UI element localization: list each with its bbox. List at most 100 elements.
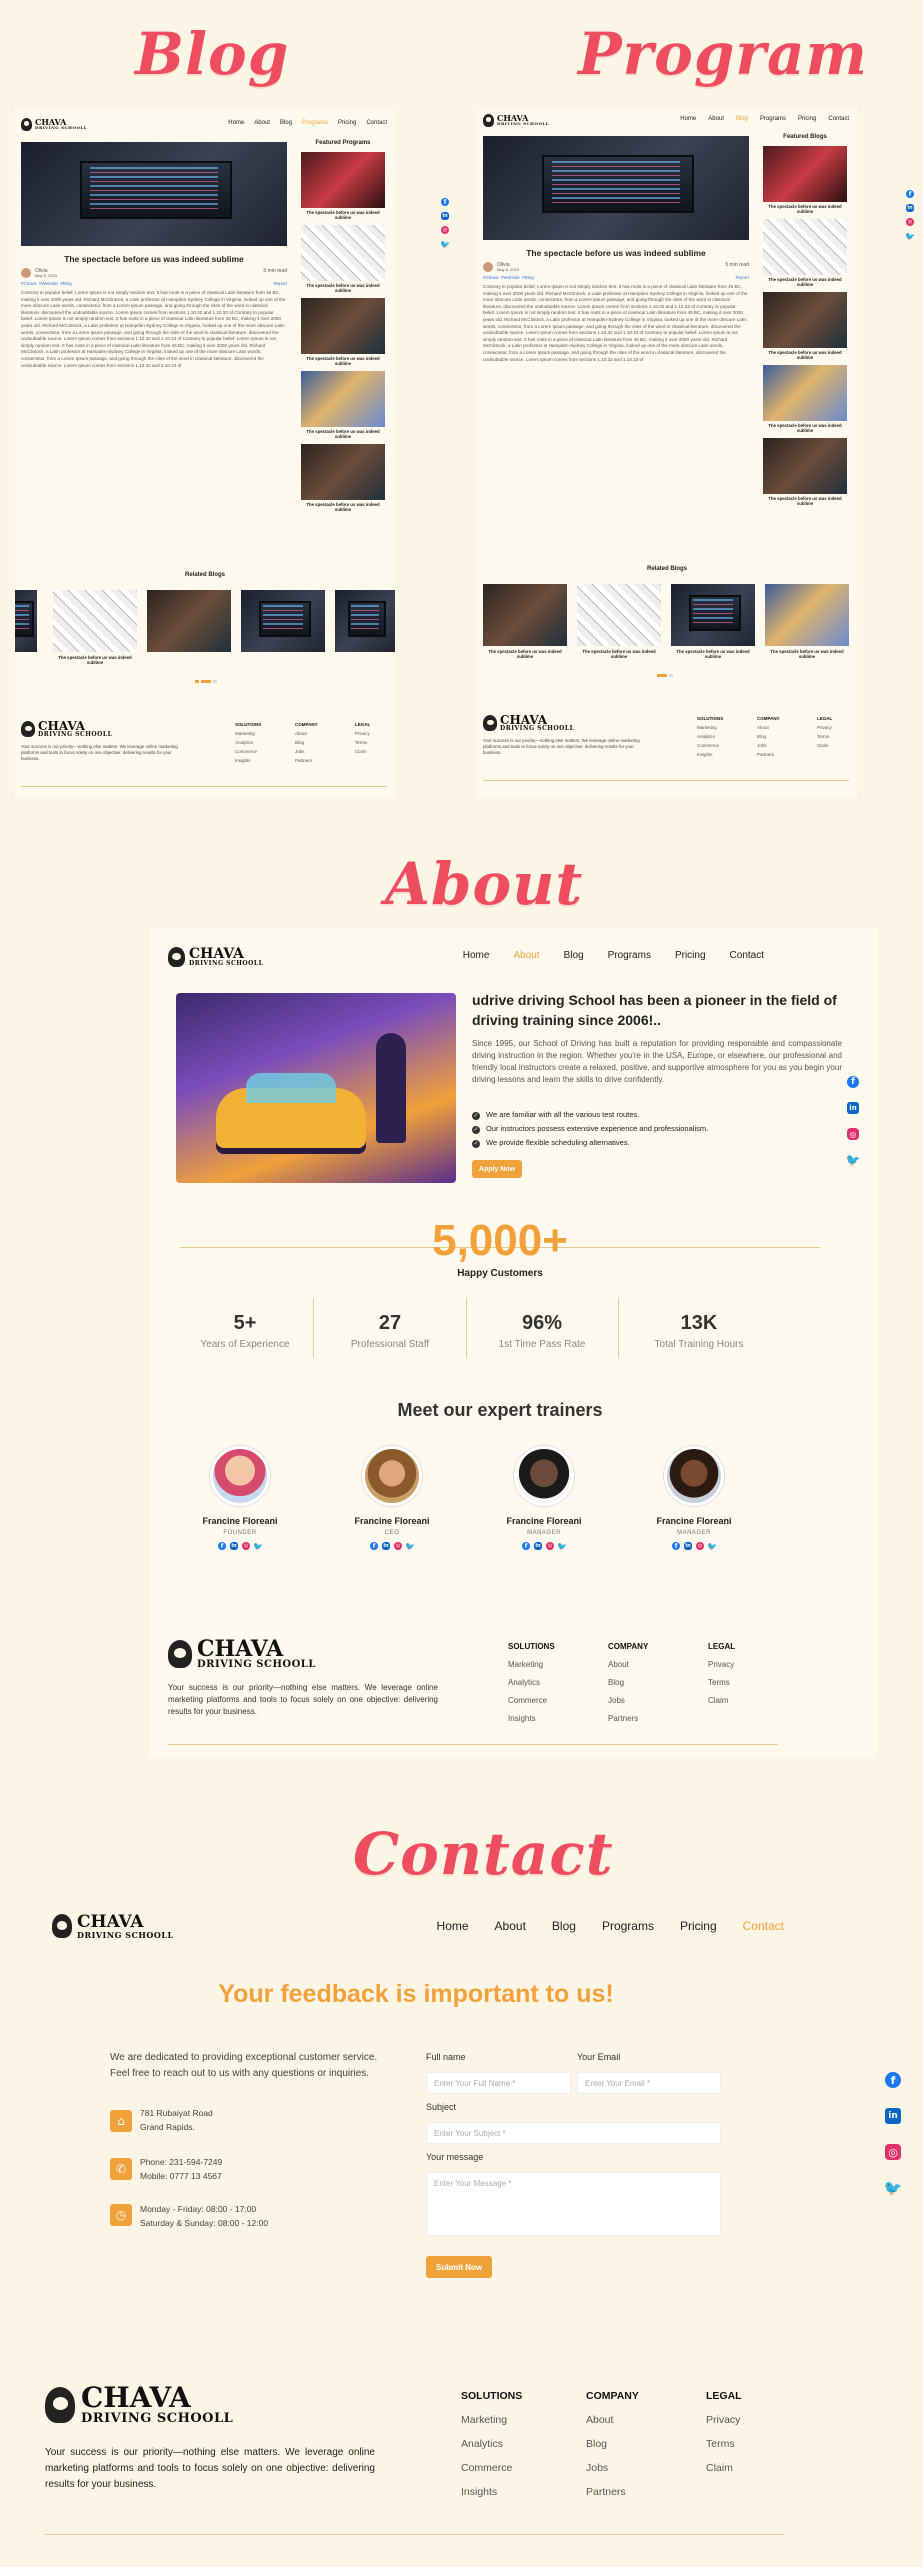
nav-home[interactable]: Home	[228, 120, 244, 126]
footer-link[interactable]: Terms	[817, 732, 832, 741]
facebook-icon[interactable]: f	[885, 2072, 901, 2088]
instagram-icon[interactable]: ◎	[394, 1542, 402, 1550]
twitter-icon[interactable]: 🐦	[707, 1542, 717, 1551]
tag-blog[interactable]: #Blog	[60, 281, 72, 286]
report-link[interactable]: Report	[273, 281, 287, 286]
nav-blog[interactable]: Blog	[736, 116, 748, 122]
footer-link[interactable]: Partners	[608, 1710, 648, 1728]
footer-link[interactable]: Partners	[586, 2480, 639, 2504]
trainer-card[interactable]: Francine Floreani FOUNDER f in ◎ 🐦	[180, 1446, 300, 1551]
instagram-icon[interactable]: ◎	[847, 1128, 859, 1140]
twitter-icon[interactable]: 🐦	[846, 1153, 861, 1167]
footer-link[interactable]: Jobs	[757, 741, 780, 750]
footer-link[interactable]: Blog	[586, 2432, 639, 2456]
facebook-icon[interactable]: f	[370, 1542, 378, 1550]
twitter-icon[interactable]: 🐦	[405, 1542, 415, 1551]
brand-logo[interactable]: CHAVA DRIVING SCHOOLL	[168, 947, 263, 967]
featured-card[interactable]: The spectacle before us was indeed subli…	[301, 444, 385, 512]
full-name-input[interactable]: Enter Your Full Name *	[426, 2072, 571, 2094]
footer-link[interactable]: Commerce	[697, 741, 723, 750]
trainer-card[interactable]: Francine Floreani MANAGER f in ◎ 🐦	[484, 1446, 604, 1551]
related-card-image[interactable]	[241, 590, 325, 652]
footer-link[interactable]: Marketing	[508, 1656, 555, 1674]
footer-link[interactable]: Privacy	[706, 2408, 742, 2432]
nav-pricing[interactable]: Pricing	[675, 950, 706, 961]
linkedin-icon[interactable]: in	[684, 1542, 692, 1550]
footer-link[interactable]: Blog	[295, 738, 318, 747]
facebook-icon[interactable]: f	[218, 1542, 226, 1550]
related-card-image[interactable]	[483, 584, 567, 646]
linkedin-icon[interactable]: in	[847, 1102, 859, 1114]
footer-link[interactable]: Jobs	[586, 2456, 639, 2480]
twitter-icon[interactable]: 🐦	[557, 1542, 567, 1551]
footer-link[interactable]: About	[295, 729, 318, 738]
instagram-icon[interactable]: ◎	[546, 1542, 554, 1550]
featured-card[interactable]: The spectacle before us was indeed subli…	[763, 438, 847, 506]
related-card-image[interactable]	[53, 590, 137, 652]
nav-about[interactable]: About	[495, 1919, 526, 1933]
facebook-icon[interactable]: f	[522, 1542, 530, 1550]
footer-link[interactable]: About	[757, 723, 780, 732]
twitter-icon[interactable]: 🐦	[884, 2179, 903, 2197]
featured-card[interactable]: The spectacle before us was indeed subli…	[301, 298, 385, 366]
footer-link[interactable]: Terms	[355, 738, 370, 747]
footer-link[interactable]: Privacy	[817, 723, 832, 732]
nav-about[interactable]: About	[708, 116, 724, 122]
trainer-card[interactable]: Francine Floreani CEO f in ◎ 🐦	[332, 1446, 452, 1551]
linkedin-icon[interactable]: in	[906, 204, 914, 212]
footer-link[interactable]: Jobs	[608, 1692, 648, 1710]
twitter-icon[interactable]: 🐦	[253, 1542, 263, 1551]
footer-link[interactable]: Terms	[706, 2432, 742, 2456]
footer-link[interactable]: Analytics	[697, 732, 723, 741]
linkedin-icon[interactable]: in	[885, 2108, 901, 2124]
footer-link[interactable]: About	[586, 2408, 639, 2432]
footer-link[interactable]: Insights	[235, 756, 261, 765]
featured-card[interactable]: The spectacle before us was indeed subli…	[301, 152, 385, 220]
footer-link[interactable]: Privacy	[708, 1656, 735, 1674]
tag-website[interactable]: #Website	[39, 281, 58, 286]
subject-input[interactable]: Enter Your Subject *	[426, 2122, 721, 2144]
carousel-dots[interactable]	[195, 680, 219, 683]
nav-blog[interactable]: Blog	[280, 120, 292, 126]
related-card-image[interactable]	[577, 584, 661, 646]
footer-logo[interactable]: CHAVA DRIVING SCHOOLL	[483, 714, 849, 732]
nav-contact[interactable]: Contact	[828, 116, 849, 122]
nav-contact[interactable]: Contact	[743, 1919, 784, 1933]
instagram-icon[interactable]: ◎	[242, 1542, 250, 1550]
footer-link[interactable]: Privacy	[355, 729, 370, 738]
tag-chava[interactable]: #Chava	[21, 281, 37, 286]
nav-home[interactable]: Home	[680, 116, 696, 122]
message-textarea[interactable]: Enter Your Message *	[426, 2172, 721, 2236]
linkedin-icon[interactable]: in	[534, 1542, 542, 1550]
footer-link[interactable]: Claim	[817, 741, 832, 750]
footer-link[interactable]: About	[608, 1656, 648, 1674]
nav-blog[interactable]: Blog	[552, 1919, 576, 1933]
twitter-icon[interactable]: 🐦	[440, 240, 450, 249]
nav-home[interactable]: Home	[437, 1919, 469, 1933]
featured-card[interactable]: The spectacle before us was indeed subli…	[763, 365, 847, 433]
nav-contact[interactable]: Contact	[366, 120, 387, 126]
nav-contact[interactable]: Contact	[730, 950, 764, 961]
footer-link[interactable]: Analytics	[508, 1674, 555, 1692]
twitter-icon[interactable]: 🐦	[905, 232, 915, 241]
related-card-image[interactable]	[671, 584, 755, 646]
footer-link[interactable]: Commerce	[508, 1692, 555, 1710]
nav-pricing[interactable]: Pricing	[680, 1919, 717, 1933]
nav-programs[interactable]: Programs	[608, 950, 651, 961]
email-input[interactable]: Enter Your Email *	[577, 2072, 721, 2094]
nav-programs[interactable]: Programs	[302, 120, 328, 126]
related-card-image[interactable]	[335, 590, 395, 652]
footer-link[interactable]: Claim	[355, 747, 370, 756]
featured-card[interactable]: The spectacle before us was indeed subli…	[763, 292, 847, 360]
featured-card[interactable]: The spectacle before us was indeed subli…	[763, 219, 847, 287]
instagram-icon[interactable]: ◎	[885, 2144, 901, 2160]
apply-now-button[interactable]: Apply Now	[472, 1160, 522, 1178]
footer-link[interactable]: Claim	[708, 1692, 735, 1710]
nav-about[interactable]: About	[513, 950, 539, 961]
linkedin-icon[interactable]: in	[441, 212, 449, 220]
footer-link[interactable]: Marketing	[697, 723, 723, 732]
facebook-icon[interactable]: f	[847, 1076, 859, 1088]
brand-logo[interactable]: CHAVA DRIVING SCHOOLL	[21, 117, 87, 131]
brand-logo[interactable]: CHAVA DRIVING SCHOOLL	[52, 1913, 174, 1939]
brand-logo[interactable]: CHAVA DRIVING SCHOOLL	[483, 113, 549, 127]
